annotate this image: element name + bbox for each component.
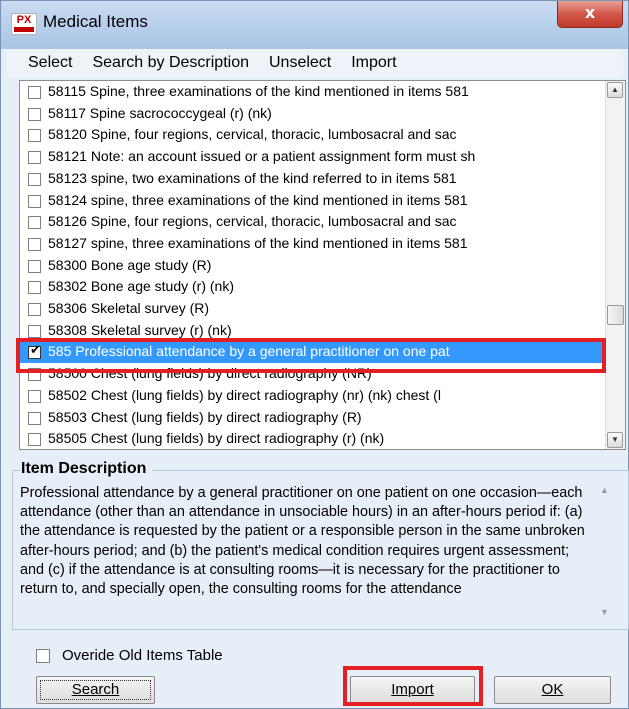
description-scrollbar[interactable]: ▲ ▼ <box>596 479 616 624</box>
item-checkbox[interactable] <box>28 389 41 403</box>
item-label: 58502 Chest (lung fields) by direct radi… <box>48 386 441 403</box>
item-label: 58117 Spine sacrococcygeal (r) (nk) <box>48 104 272 121</box>
medical-items-list[interactable]: 58505 Chest (lung fields) by direct radi… <box>19 80 626 450</box>
selected-item-annotation-box <box>16 338 606 373</box>
scroll-down-icon[interactable]: ▼ <box>600 607 609 617</box>
item-label: 58300 Bone age study (R) <box>48 256 212 273</box>
item-checkbox[interactable] <box>28 151 41 165</box>
list-item[interactable]: 58503 Chest (lung fields) by direct radi… <box>20 407 606 429</box>
menu-bar: Select Search by Description Unselect Im… <box>7 49 623 77</box>
list-item[interactable]: 58124 spine, three examinations of the k… <box>20 190 606 212</box>
list-item[interactable]: 58127 spine, three examinations of the k… <box>20 233 606 255</box>
list-item[interactable]: 58502 Chest (lung fields) by direct radi… <box>20 385 606 407</box>
item-description-text: Professional attendance by a general pra… <box>20 485 585 598</box>
override-checkbox-box[interactable] <box>36 649 50 663</box>
item-label: 58123 spine, two examinations of the kin… <box>48 169 457 186</box>
list-item[interactable]: 58121 Note: an account issued or a patie… <box>20 146 606 168</box>
scroll-down-icon[interactable]: ▼ <box>607 432 623 448</box>
item-checkbox[interactable] <box>28 107 41 121</box>
item-checkbox[interactable] <box>28 237 41 251</box>
scroll-thumb[interactable] <box>607 304 624 325</box>
ok-button-label: OK <box>541 681 564 698</box>
item-checkbox[interactable] <box>28 259 41 273</box>
list-item[interactable]: 58120 Spine, four regions, cervical, tho… <box>20 124 606 146</box>
item-checkbox[interactable] <box>28 324 41 338</box>
scroll-up-icon[interactable]: ▲ <box>600 485 609 495</box>
item-checkbox[interactable] <box>28 86 41 99</box>
search-button[interactable]: Search <box>36 676 155 704</box>
item-label: 58126 Spine, four regions, cervical, tho… <box>48 213 457 230</box>
focus-rectangle <box>40 680 151 700</box>
scroll-up-icon[interactable]: ▲ <box>607 82 623 98</box>
item-checkbox[interactable] <box>28 411 41 425</box>
item-label: 58120 Spine, four regions, cervical, tho… <box>48 126 457 143</box>
item-label: 58115 Spine, three examinations of the k… <box>48 83 469 99</box>
title-bar[interactable]: PX Medical Items x <box>1 1 628 49</box>
override-label: Overide Old Items Table <box>62 647 223 664</box>
item-checkbox[interactable] <box>28 303 41 316</box>
menu-select[interactable]: Select <box>28 54 72 72</box>
app-logo-icon: PX <box>11 13 37 35</box>
app-logo-text: PX <box>16 14 32 26</box>
item-label: 58302 Bone age study (r) (nk) <box>48 278 234 295</box>
list-scrollbar[interactable]: ▲ ▼ <box>605 81 625 449</box>
list-item[interactable]: 58117 Spine sacrococcygeal (r) (nk) <box>20 103 606 125</box>
item-checkbox[interactable] <box>28 129 41 143</box>
menu-unselect[interactable]: Unselect <box>269 54 331 72</box>
list-item[interactable]: 58505 Chest (lung fields) by direct radi… <box>20 428 606 449</box>
menu-search-by-description[interactable]: Search by Description <box>92 54 249 72</box>
item-label: 58505 Chest (lung fields) by direct radi… <box>48 430 385 447</box>
close-button[interactable]: x <box>557 1 623 28</box>
item-checkbox[interactable] <box>28 281 41 295</box>
item-checkbox[interactable] <box>28 172 41 186</box>
item-checkbox[interactable] <box>28 194 41 208</box>
list-item[interactable]: 58302 Bone age study (r) (nk) <box>20 276 606 298</box>
list-item[interactable]: 58123 spine, two examinations of the kin… <box>20 168 606 190</box>
list-item[interactable]: 58126 Spine, four regions, cervical, tho… <box>20 211 606 233</box>
item-description-title: Item Description <box>21 460 153 478</box>
item-checkbox[interactable] <box>28 433 41 447</box>
list-item[interactable]: 58300 Bone age study (R) <box>20 255 606 277</box>
item-label: 58127 spine, three examinations of the k… <box>48 234 468 251</box>
item-checkbox[interactable] <box>28 216 41 230</box>
item-label: 58308 Skeletal survey (r) (nk) <box>48 321 232 338</box>
list-item[interactable]: 58306 Skeletal survey (R) <box>20 298 606 320</box>
item-label: 58306 Skeletal survey (R) <box>48 300 210 316</box>
import-annotation-box <box>343 666 483 706</box>
window-title: Medical Items <box>43 12 148 31</box>
item-label: 58121 Note: an account issued or a patie… <box>48 148 476 165</box>
list-item[interactable]: 58115 Spine, three examinations of the k… <box>20 81 606 103</box>
item-label: 58124 spine, three examinations of the k… <box>48 191 468 208</box>
menu-import[interactable]: Import <box>351 54 396 72</box>
ok-button[interactable]: OK <box>494 676 611 704</box>
item-label: 58503 Chest (lung fields) by direct radi… <box>48 408 362 425</box>
